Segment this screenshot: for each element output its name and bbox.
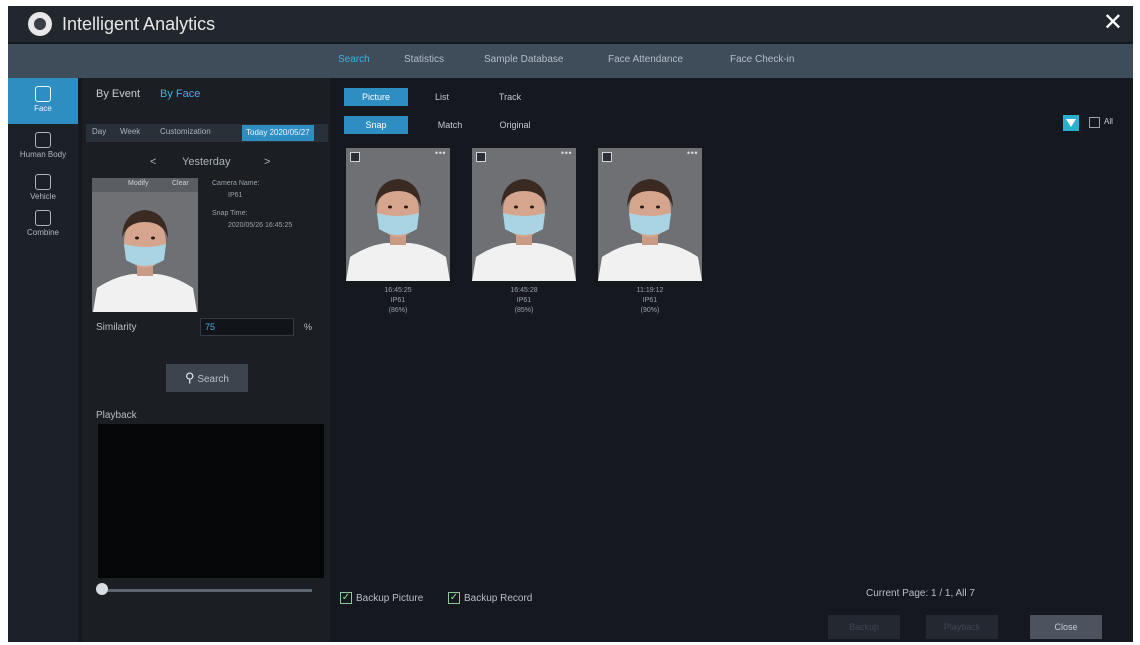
human-body-icon: [35, 132, 51, 148]
backup-picture-checkbox[interactable]: ✓: [340, 592, 352, 604]
select-all-checkbox[interactable]: [1089, 117, 1100, 128]
camera-name-value: IP61: [228, 192, 243, 199]
top-tab-bar: Search Statistics Sample Database Face A…: [8, 44, 1133, 78]
result-meta: 11:19:12 IP61 (90%): [598, 286, 702, 316]
result-card[interactable]: •••: [598, 148, 702, 281]
snap-time-value: 2020/05/26 16:45:25: [228, 222, 293, 229]
face-photo-icon: [93, 210, 197, 312]
intelligent-analytics-window: Intelligent Analytics ✕ Search Statistic…: [8, 6, 1133, 642]
nav-item-label: Face: [34, 104, 52, 113]
window-title: Intelligent Analytics: [62, 14, 216, 34]
backup-picture-label: Backup Picture: [356, 593, 424, 604]
results-panel: Picture List Track Snap Match Original A…: [334, 78, 1133, 642]
nav-item-face[interactable]: Face: [8, 78, 78, 124]
similarity-unit: %: [304, 322, 313, 332]
result-meta: 16:45:28 IP61 (85%): [472, 286, 576, 316]
filter-day[interactable]: Day: [92, 127, 106, 136]
playback-slider-track[interactable]: [102, 589, 312, 592]
tab-face-check-in[interactable]: Face Check-in: [730, 54, 794, 65]
tab-statistics[interactable]: Statistics: [404, 54, 444, 65]
combine-icon: [35, 210, 51, 226]
result-card[interactable]: •••: [472, 148, 576, 281]
more-icon[interactable]: •••: [561, 148, 572, 158]
playback-button[interactable]: Playback: [926, 615, 998, 639]
tab-sample-database[interactable]: Sample Database: [484, 54, 564, 65]
result-time: 16:45:28: [510, 287, 538, 294]
face-photo-icon: [346, 179, 450, 281]
logo-icon: [28, 12, 52, 36]
tab-by-face[interactable]: By Face: [160, 88, 200, 100]
nav-item-combine[interactable]: Combine: [8, 202, 78, 248]
result-camera: IP61: [516, 297, 532, 304]
tab-search[interactable]: Search: [338, 54, 370, 65]
view-tab-picture[interactable]: Picture: [344, 88, 408, 106]
next-day-button[interactable]: >: [264, 156, 270, 168]
playback-window: [98, 424, 324, 578]
face-image-toolbar: Modify Clear: [92, 178, 198, 192]
search-side-panel: By Event By Face Day Week Customization …: [82, 78, 330, 642]
result-card[interactable]: •••: [346, 148, 450, 281]
page-info: Current Page: 1 / 1, All 7: [866, 588, 975, 599]
left-nav: Face Human Body Vehicle Combine: [8, 78, 78, 642]
time-filter-bar: Day Week Customization Today 2020/05/27: [86, 124, 328, 142]
nav-item-label: Human Body: [19, 150, 67, 159]
filter-customization[interactable]: Customization: [160, 127, 211, 136]
result-camera: IP61: [390, 297, 406, 304]
close-icon[interactable]: ✕: [1103, 11, 1123, 35]
vehicle-icon: [35, 174, 51, 190]
filter-today[interactable]: Today 2020/05/27: [242, 125, 314, 141]
target-face-image: Modify Clear: [92, 178, 198, 312]
filter-week[interactable]: Week: [120, 127, 140, 136]
backup-record-label: Backup Record: [464, 593, 533, 604]
result-meta: 16:45:25 IP61 (86%): [346, 286, 450, 316]
tab-by-event[interactable]: By Event: [96, 88, 140, 100]
view-tab-track[interactable]: Track: [490, 88, 530, 106]
result-time: 16:45:25: [384, 287, 412, 294]
playback-label: Playback: [96, 410, 137, 421]
tab-face-attendance[interactable]: Face Attendance: [608, 54, 683, 65]
more-icon[interactable]: •••: [687, 148, 698, 158]
modify-button[interactable]: Modify: [128, 180, 149, 187]
image-tab-match[interactable]: Match: [430, 116, 470, 134]
search-icon: ⚲: [185, 370, 195, 385]
result-camera: IP61: [642, 297, 658, 304]
current-day-label: Yesterday: [182, 156, 231, 168]
close-button[interactable]: Close: [1030, 615, 1102, 639]
playback-slider-knob[interactable]: [96, 583, 108, 595]
filter-icon[interactable]: [1063, 115, 1079, 131]
more-icon[interactable]: •••: [435, 148, 446, 158]
view-tab-list[interactable]: List: [424, 88, 460, 106]
face-icon: [35, 86, 51, 102]
similarity-label: Similarity: [96, 322, 137, 333]
select-all-label: All: [1104, 117, 1113, 126]
result-score: (85%): [514, 307, 534, 314]
result-time: 11:19:12: [636, 287, 664, 294]
face-photo-icon: [472, 179, 576, 281]
bottom-bar: ✓ Backup Picture ✓ Backup Record Current…: [334, 578, 1133, 642]
prev-day-button[interactable]: <: [150, 156, 156, 168]
face-photo-icon: [598, 179, 702, 281]
search-button[interactable]: ⚲ Search: [166, 364, 248, 392]
clear-button[interactable]: Clear: [172, 180, 189, 187]
result-score: (86%): [388, 307, 408, 314]
image-tab-original[interactable]: Original: [490, 116, 540, 134]
backup-button[interactable]: Backup: [828, 615, 900, 639]
nav-item-label: Combine: [26, 228, 59, 237]
nav-item-label: Vehicle: [30, 192, 56, 201]
nav-item-human-body[interactable]: Human Body: [8, 124, 78, 170]
camera-name-label: Camera Name:: [212, 180, 260, 187]
snap-time-label: Snap Time:: [212, 210, 248, 217]
backup-record-checkbox[interactable]: ✓: [448, 592, 460, 604]
similarity-input[interactable]: [200, 318, 294, 336]
title-bar: Intelligent Analytics ✕: [8, 6, 1133, 42]
search-button-label: Search: [197, 374, 229, 385]
result-score: (90%): [640, 307, 660, 314]
image-tab-snap[interactable]: Snap: [344, 116, 408, 134]
